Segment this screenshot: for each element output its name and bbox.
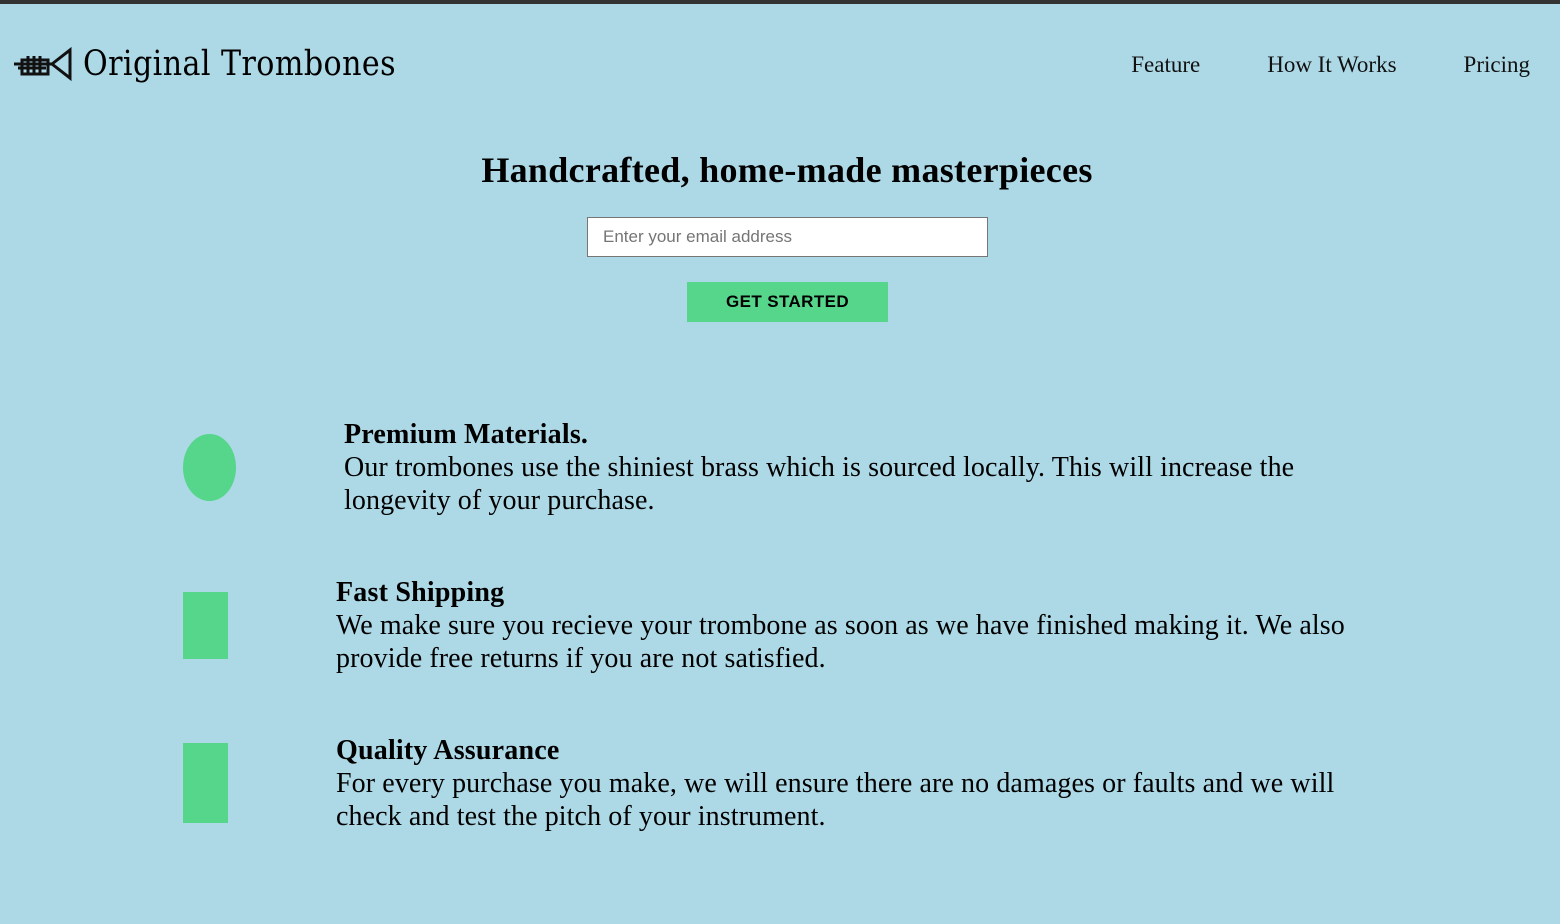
rectangle-shape-icon [183,592,228,659]
feature-description: For every purchase you make, we will ens… [336,768,1335,832]
feature-premium-materials: Premium Materials. Our trombones use the… [344,418,1364,517]
rectangle-shape-icon [183,743,228,823]
nav-link-pricing[interactable]: Pricing [1464,52,1530,78]
feature-title: Quality Assurance [336,735,560,766]
feature-fast-shipping: Fast Shipping We make sure you recieve y… [336,576,1406,675]
circle-shape-icon [183,434,236,501]
get-started-button[interactable]: GET STARTED [687,282,888,322]
feature-description: Our trombones use the shiniest brass whi… [344,452,1295,516]
email-input[interactable] [587,217,988,257]
hero-title: Handcrafted, home-made masterpieces [481,150,1093,190]
top-border [0,0,1560,4]
main-nav: Feature How It Works Pricing [1064,52,1530,78]
trombone-icon [14,46,72,82]
nav-link-feature[interactable]: Feature [1131,52,1200,78]
brand-logo[interactable]: Original Trombones [12,44,447,84]
feature-quality-assurance: Quality Assurance For every purchase you… [336,734,1401,833]
nav-link-how-it-works[interactable]: How It Works [1267,52,1396,78]
feature-title: Premium Materials. [344,419,589,450]
brand-name: Original Trombones [83,43,397,84]
feature-title: Fast Shipping [336,577,505,608]
feature-description: We make sure you recieve your trombone a… [336,610,1345,674]
